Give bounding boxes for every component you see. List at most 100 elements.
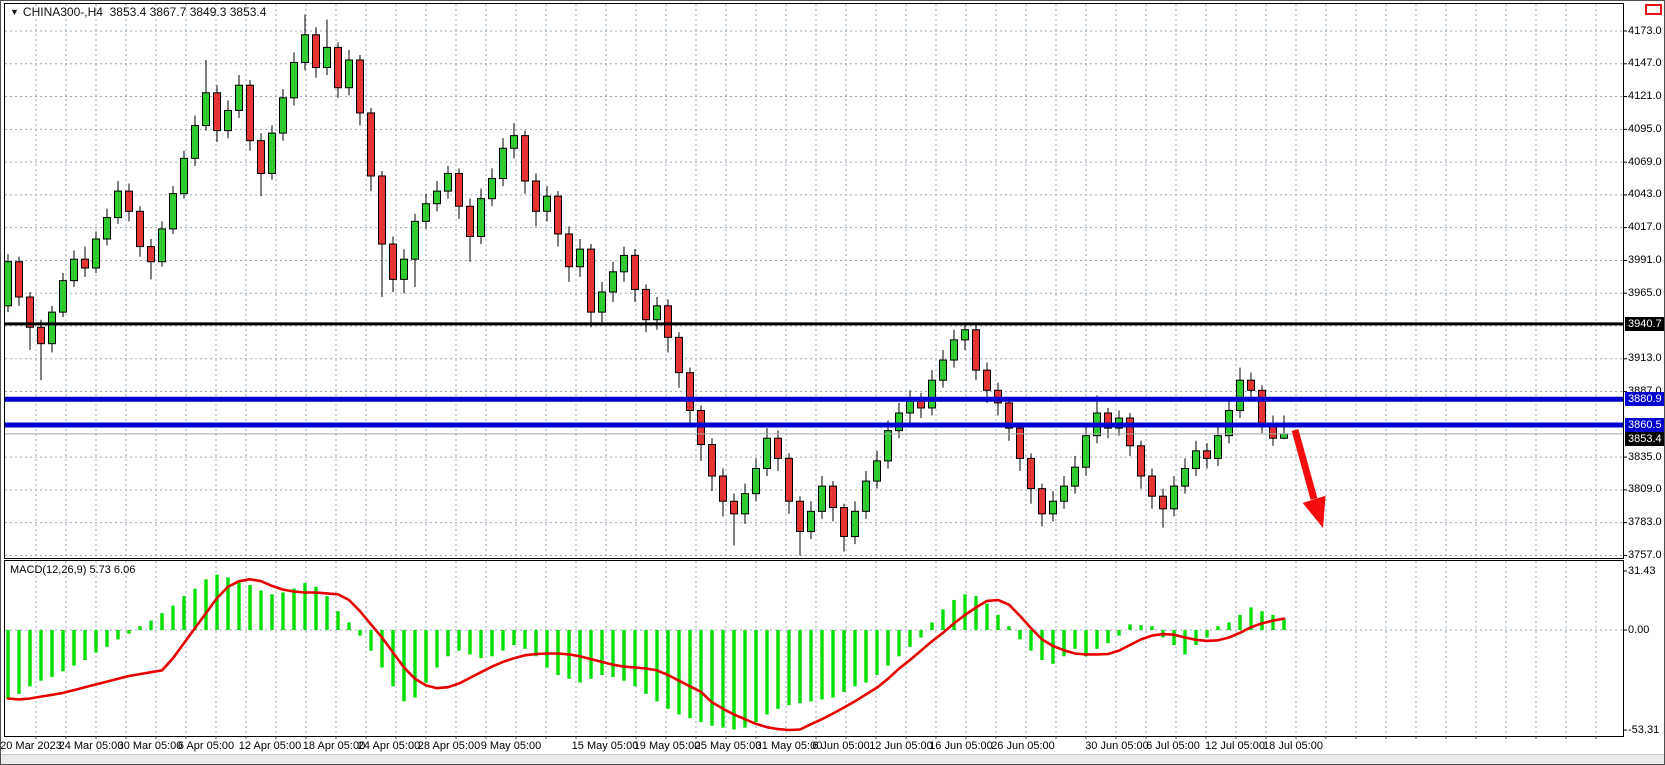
price-badge: 3860.5 <box>1625 418 1665 432</box>
macd-histogram-bar <box>1007 626 1010 630</box>
time-axis-label: 24 Mar 05:00 <box>59 740 124 753</box>
candle-bear <box>984 370 991 390</box>
macd-histogram-bar <box>743 630 746 728</box>
macd-histogram-bar <box>391 630 394 686</box>
macd-histogram-bar <box>138 626 141 630</box>
candle-bear <box>533 181 540 211</box>
candle-bear <box>720 476 727 501</box>
macd-histogram-bar <box>116 630 119 639</box>
time-axis-label: 18 Jul 05:00 <box>1263 740 1323 753</box>
candle-bull <box>412 221 419 259</box>
macd-histogram-bar <box>457 630 460 651</box>
candle-bull <box>1050 501 1057 514</box>
macd-histogram-bar <box>1139 625 1142 630</box>
macd-histogram-bar <box>666 630 669 709</box>
candle-bear <box>1127 418 1134 446</box>
candle-bear <box>148 247 155 262</box>
macd-histogram-bar <box>270 594 273 630</box>
macd-histogram-bar <box>1128 624 1131 630</box>
price-chart-svg[interactable] <box>1 1 1665 765</box>
macd-histogram-bar <box>809 630 812 701</box>
price-tick-label: 3965.0 <box>1628 287 1662 300</box>
bottom-scrollbar-strip[interactable] <box>1 754 1664 765</box>
candle-bull <box>423 204 430 222</box>
candle-bear <box>632 255 639 289</box>
time-axis-label: 19 May 05:00 <box>634 740 701 753</box>
macd-histogram-bar <box>215 575 218 630</box>
macd-histogram-bar <box>1271 615 1274 630</box>
macd-histogram-bar <box>1216 626 1219 630</box>
time-axis-label: 6 Jun 05:00 <box>812 740 870 753</box>
macd-histogram-bar <box>248 585 251 630</box>
time-axis-label: 18 Apr 05:00 <box>303 740 365 753</box>
candle-bull <box>434 191 441 204</box>
candle-bear <box>126 191 133 211</box>
macd-histogram-bar <box>1150 626 1153 630</box>
macd-histogram-bar <box>611 630 614 677</box>
macd-histogram-bar <box>237 581 240 630</box>
candle-bull <box>742 494 749 514</box>
macd-histogram-bar <box>358 630 361 636</box>
candle-bull <box>170 194 177 229</box>
macd-histogram-bar <box>17 630 20 694</box>
macd-histogram-bar <box>1282 619 1285 630</box>
macd-histogram-bar <box>589 630 592 679</box>
symbol-dropdown-icon[interactable]: ▼ <box>10 7 19 17</box>
candle-bear <box>1017 428 1024 458</box>
macd-histogram-bar <box>468 630 471 654</box>
macd-histogram-bar <box>259 591 262 630</box>
candle-bull <box>445 173 452 191</box>
chart-title: ▼CHINA300-,H4 3853.4 3867.7 3849.3 3853.… <box>10 6 266 20</box>
macd-histogram-bar <box>820 630 823 699</box>
candle-bear <box>456 173 463 206</box>
candle-bear <box>687 373 694 411</box>
macd-histogram-bar <box>149 621 152 630</box>
time-axis-label: 28 Apr 05:00 <box>418 740 480 753</box>
macd-histogram-bar <box>655 630 658 701</box>
macd-histogram-bar <box>490 630 493 656</box>
candle-bull <box>1061 486 1068 501</box>
macd-histogram-bar <box>523 630 526 649</box>
macd-histogram-bar <box>930 622 933 630</box>
price-tick-label: 3783.0 <box>1628 516 1662 529</box>
candle-bull <box>5 262 12 306</box>
candle-bear <box>1039 489 1046 514</box>
time-axis-label: 12 Apr 05:00 <box>239 740 301 753</box>
price-tick-label: 3913.0 <box>1628 352 1662 365</box>
candle-bull <box>324 47 331 67</box>
candle-bear <box>522 136 529 181</box>
macd-histogram-bar <box>996 615 999 630</box>
macd-histogram-bar <box>831 630 834 698</box>
candle-bull <box>753 468 760 493</box>
macd-histogram-bar <box>600 630 603 675</box>
candle-bull <box>1182 468 1189 486</box>
corner-marker-icon <box>1645 4 1662 15</box>
macd-histogram-bar <box>1106 630 1109 643</box>
candle-bear <box>335 47 342 87</box>
candle-bull <box>896 413 903 431</box>
macd-tick-label: -53.31 <box>1628 724 1659 737</box>
candle-bull <box>104 218 111 239</box>
candle-bear <box>1248 380 1255 390</box>
macd-histogram-bar <box>1260 611 1263 630</box>
candle-bull <box>940 360 947 380</box>
macd-histogram-bar <box>622 630 625 681</box>
price-tick-label: 4147.0 <box>1628 57 1662 70</box>
price-tick-label: 3809.0 <box>1628 483 1662 496</box>
macd-histogram-bar <box>292 589 295 630</box>
macd-histogram-bar <box>1073 630 1076 649</box>
candle-bear <box>82 259 89 268</box>
macd-histogram-bar <box>853 630 856 686</box>
macd-histogram-bar <box>39 630 42 681</box>
candle-bull <box>1072 467 1079 486</box>
macd-histogram-bar <box>776 630 779 709</box>
macd-histogram-bar <box>941 609 944 630</box>
time-axis-label: 6 Apr 05:00 <box>178 740 234 753</box>
macd-histogram-bar <box>512 630 515 645</box>
candle-bull <box>863 481 870 511</box>
time-axis-label: 12 Jun 05:00 <box>869 740 933 753</box>
candle-bull <box>577 249 584 267</box>
candle-bull <box>478 199 485 237</box>
time-axis-label: 6 Jul 05:00 <box>1146 740 1200 753</box>
candle-bull <box>511 136 518 149</box>
